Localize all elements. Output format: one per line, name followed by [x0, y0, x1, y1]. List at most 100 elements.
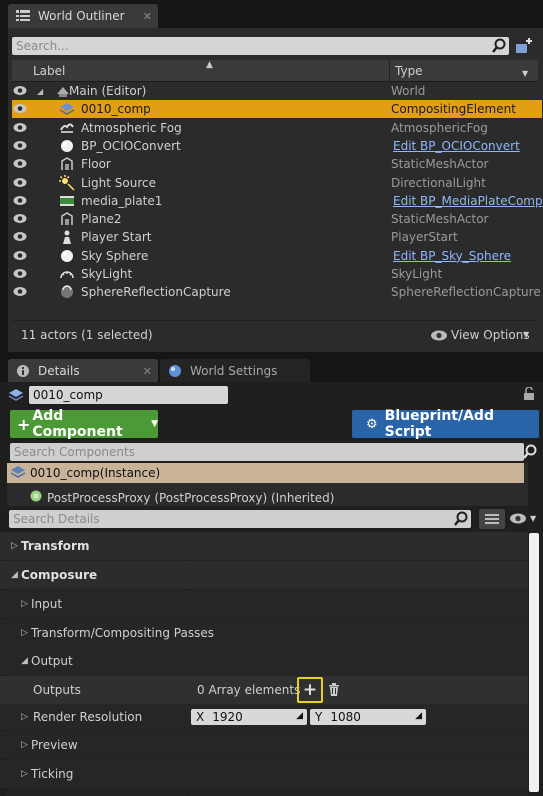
search-details-input[interactable]: Search Details — [9, 510, 471, 528]
actor-type[interactable]: Edit BP_MediaPlateComp — [393, 194, 543, 208]
outliner-row[interactable]: media_plate1 Edit BP_MediaPlateComp — [12, 192, 543, 210]
category-output[interactable]: ◢ Output — [0, 647, 528, 675]
outliner-row[interactable]: Floor StaticMeshActor — [12, 155, 542, 173]
array-elements-count: 0 Array elements — [197, 683, 301, 697]
expand-arrow-icon: ▷ — [21, 628, 28, 638]
visibility-eye-icon[interactable] — [13, 268, 27, 279]
actor-type: StaticMeshActor — [391, 157, 489, 172]
visibility-eye-icon[interactable] — [13, 231, 27, 242]
outliner-row[interactable]: Plane2 StaticMeshActor — [12, 210, 542, 228]
resolution-x-field[interactable]: X 1920 ◢ — [191, 709, 307, 725]
section-composure[interactable]: ◢ Composure — [0, 561, 528, 589]
actor-label: Floor — [81, 157, 111, 172]
actor-type[interactable]: Edit BP_Sky_Sphere — [393, 249, 511, 263]
tab-details[interactable]: Details ✕ — [8, 359, 158, 382]
visibility-eye-icon[interactable] — [13, 122, 27, 133]
actor-name-field[interactable]: 0010_comp — [29, 386, 228, 404]
globe-icon — [168, 364, 182, 378]
category-preview[interactable]: ▷ Preview — [0, 731, 528, 759]
outliner-row[interactable]: Player Start PlayerStart — [12, 228, 542, 246]
section-transform[interactable]: ▷ Transform — [0, 532, 528, 560]
visibility-eye-icon[interactable] — [13, 250, 27, 261]
outliner-row[interactable]: Light Source DirectionalLight — [12, 174, 542, 192]
category-transform-compositing-passes[interactable]: ▷ Transform/Compositing Passes — [0, 619, 528, 647]
outliner-row[interactable]: Atmospheric Fog AtmosphericFog — [12, 119, 542, 137]
actor-label: media_plate1 — [81, 193, 163, 208]
player-start-icon — [59, 229, 75, 245]
search-icon[interactable] — [522, 444, 538, 463]
component-instance-row[interactable]: 0010_comp(Instance) — [7, 463, 524, 483]
category-input[interactable]: ▷ Input — [0, 590, 528, 618]
actor-type: SphereReflectionCapture — [391, 285, 541, 300]
visibility-eye-icon[interactable] — [13, 103, 27, 114]
add-component-button[interactable]: + Add Component ▼ — [10, 408, 158, 440]
column-label[interactable]: Label — [33, 64, 65, 78]
tab-world-settings[interactable]: World Settings — [160, 359, 310, 382]
resolution-y-field[interactable]: Y 1080 ◢ — [310, 709, 426, 725]
category-ticking[interactable]: ▷ Ticking — [0, 760, 528, 788]
view-options-eye-icon[interactable] — [430, 330, 448, 344]
outliner-list: ◢ Main (Editor) World 0010_comp CompositingE… — [12, 82, 543, 302]
close-icon[interactable]: ✕ — [143, 365, 152, 378]
actor-layers-icon — [8, 387, 24, 406]
visibility-eye-icon[interactable] — [13, 286, 27, 297]
close-icon[interactable]: ✕ — [143, 10, 152, 23]
outliner-row[interactable]: 0010_comp CompositingElement — [12, 100, 542, 119]
resize-handle-icon[interactable]: ◢ — [296, 711, 303, 721]
layers-icon — [59, 101, 75, 117]
static-mesh-icon — [59, 211, 75, 227]
blueprint-add-script-button[interactable]: ⚙ Blueprint/Add Script — [352, 408, 539, 440]
outliner-row[interactable]: BP_OCIOConvert Edit BP_OCIOConvert — [12, 137, 542, 155]
actor-label: BP_OCIOConvert — [81, 138, 181, 153]
actor-label: Sky Sphere — [81, 248, 149, 263]
expand-arrow-icon: ▷ — [21, 599, 28, 609]
outliner-row[interactable]: Sky Sphere Edit BP_Sky_Sphere — [12, 247, 542, 265]
property-matrix-icon[interactable] — [479, 509, 505, 529]
column-dropdown-icon[interactable]: ▼ — [522, 69, 528, 78]
resize-handle-icon[interactable]: ◢ — [415, 711, 422, 721]
view-options-eye-icon[interactable] — [509, 513, 527, 527]
outliner-search-input[interactable]: Search... — [12, 37, 509, 55]
property-render-resolution[interactable]: ▷ Render Resolution X 1920 ◢ Y 1080 ◢ — [0, 704, 528, 730]
chevron-down-icon[interactable]: ▼ — [530, 514, 536, 523]
actor-type: CompositingElement — [391, 102, 516, 117]
outliner-row[interactable]: SphereReflectionCapture SphereReflectionC… — [12, 283, 542, 301]
column-divider[interactable] — [389, 60, 390, 82]
visibility-eye-icon[interactable] — [13, 195, 27, 206]
outliner-row[interactable]: ◢ Main (Editor) World — [12, 82, 542, 100]
visibility-eye-icon[interactable] — [13, 158, 27, 169]
trash-icon[interactable] — [328, 683, 340, 699]
collapse-arrow-icon: ◢ — [21, 656, 28, 666]
actor-type: DirectionalLight — [391, 175, 486, 190]
search-icon[interactable] — [491, 38, 507, 57]
visibility-eye-icon[interactable] — [13, 213, 27, 224]
actor-label: Player Start — [81, 230, 152, 245]
actor-type: AtmosphericFog — [391, 120, 488, 135]
add-actor-icon[interactable] — [514, 37, 534, 58]
details-scrollbar[interactable] — [529, 533, 539, 792]
lock-icon[interactable] — [523, 386, 535, 404]
visibility-eye-icon[interactable] — [13, 140, 27, 151]
visibility-eye-icon[interactable] — [13, 85, 27, 96]
tab-label: World Settings — [190, 363, 278, 378]
column-type[interactable]: Type — [395, 64, 423, 78]
view-options-button[interactable]: View Options — [451, 328, 530, 342]
actor-label: 0010_comp — [81, 102, 151, 117]
visibility-eye-icon[interactable] — [13, 177, 27, 188]
outliner-column-header: Label ▲ Type ▼ — [12, 60, 538, 82]
actor-type: StaticMeshActor — [391, 212, 489, 227]
outliner-row[interactable]: SkyLight SkyLight — [12, 265, 542, 283]
component-child-row[interactable]: PostProcessProxy (PostProcessProxy) (Inh… — [7, 489, 524, 506]
collapse-arrow-icon[interactable]: ◢ — [37, 87, 43, 96]
add-element-button[interactable]: + — [297, 677, 323, 703]
search-icon[interactable] — [453, 511, 469, 530]
actor-type[interactable]: Edit BP_OCIOConvert — [393, 139, 520, 153]
tab-world-outliner[interactable]: World Outliner ✕ — [8, 4, 158, 28]
media-icon — [59, 193, 75, 209]
collapse-arrow-icon: ◢ — [11, 570, 18, 580]
search-components-input[interactable]: Search Components — [10, 443, 524, 461]
sphere-icon — [59, 248, 75, 264]
actor-type: SkyLight — [391, 267, 443, 281]
actor-count-status: 11 actors (1 selected) — [21, 328, 153, 342]
chevron-down-icon[interactable]: ▼ — [523, 330, 529, 339]
